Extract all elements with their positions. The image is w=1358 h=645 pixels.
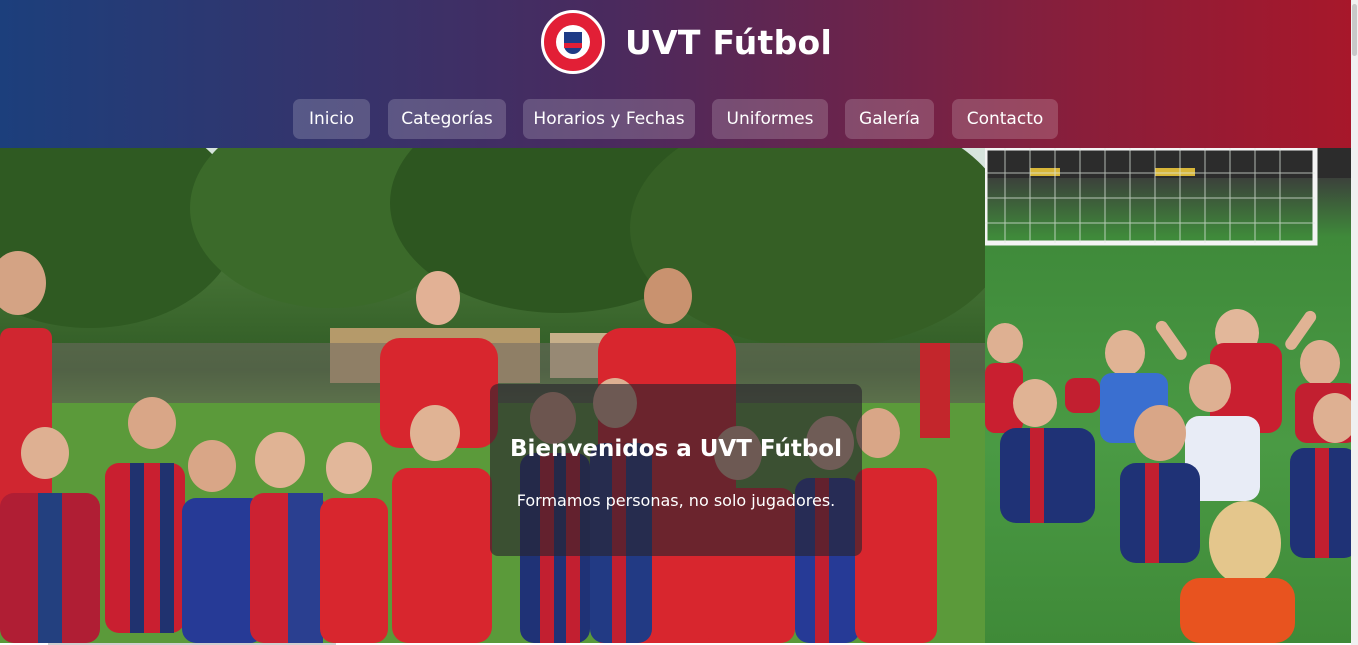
site-header: UVT Fútbol Inicio Categorías Horarios y … (0, 0, 1358, 148)
nav-contacto[interactable]: Contacto (952, 99, 1058, 139)
welcome-title: Bienvenidos a UVT Fútbol (510, 436, 842, 462)
nav-uniformes[interactable]: Uniformes (712, 99, 828, 139)
welcome-subtitle: Formamos personas, no solo jugadores. (516, 491, 836, 510)
brand[interactable]: UVT Fútbol (541, 10, 832, 74)
nav-categorias[interactable]: Categorías (388, 99, 506, 139)
kids-celebrating-goalkeeper-gloves (985, 148, 1358, 643)
site-title: UVT Fútbol (625, 22, 833, 62)
nav-horarios-fechas[interactable]: Horarios y Fechas (523, 99, 695, 139)
nav-inicio[interactable]: Inicio (293, 99, 370, 139)
nav-galeria[interactable]: Galería (845, 99, 934, 139)
welcome-banner: Bienvenidos a UVT Fútbol Formamos person… (490, 384, 862, 556)
page-scrollbar[interactable] (1351, 0, 1358, 645)
club-crest-logo-icon[interactable] (541, 10, 605, 74)
hero-carousel: Bienvenidos a UVT Fútbol Formamos person… (0, 148, 1358, 643)
scrollbar-thumb[interactable] (1352, 4, 1357, 56)
